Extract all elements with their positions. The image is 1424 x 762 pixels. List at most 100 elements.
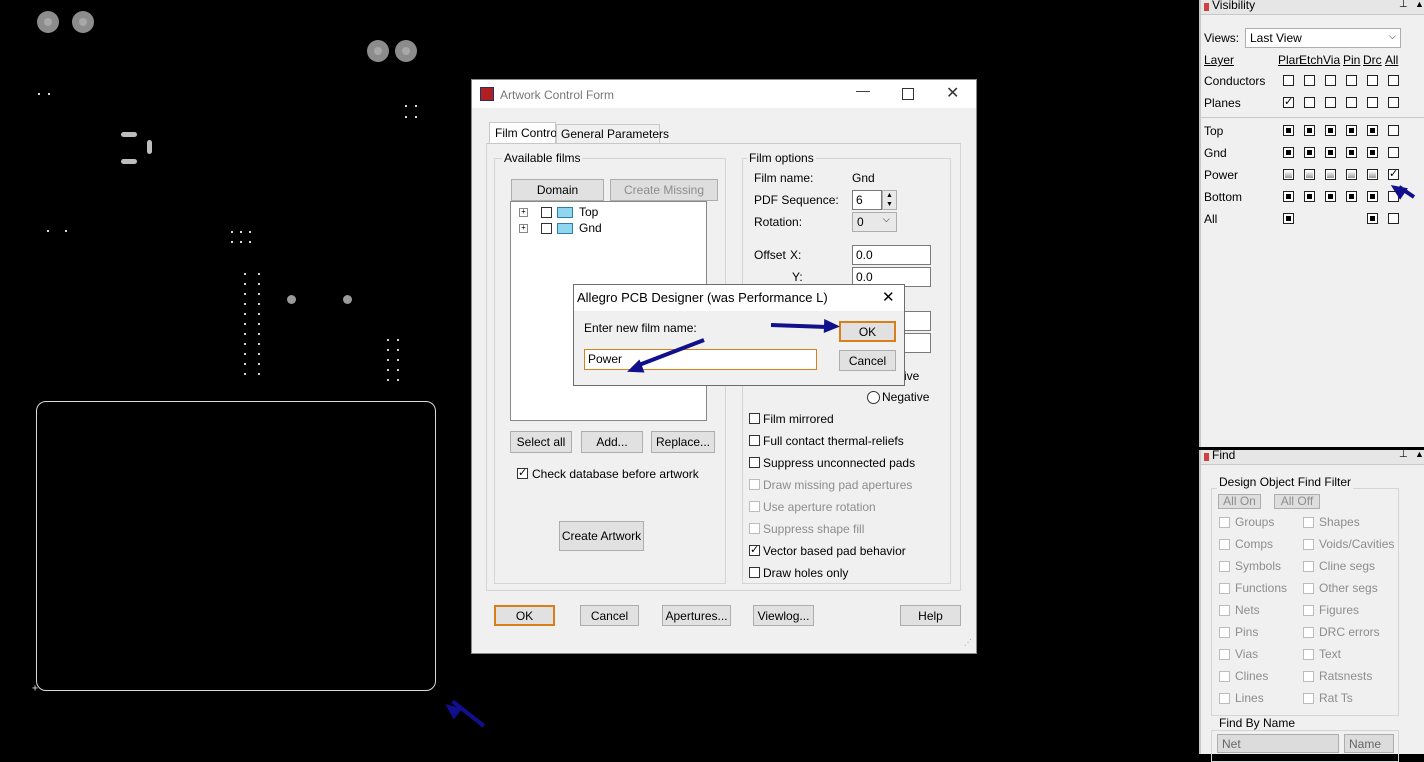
tree-item-top[interactable]: + Top (519, 205, 639, 220)
visibility-checkbox[interactable] (1304, 191, 1315, 202)
dialog-cancel-button[interactable]: Cancel (839, 350, 896, 371)
visibility-checkbox[interactable] (1325, 75, 1336, 86)
maximize-button[interactable] (902, 88, 914, 100)
visibility-checkbox[interactable] (1304, 147, 1315, 158)
find-filter-checkbox[interactable] (1303, 671, 1314, 682)
visibility-checkbox[interactable] (1388, 75, 1399, 86)
resize-grip[interactable]: ⋰ (964, 638, 972, 647)
find-mode-select[interactable]: Name (1344, 734, 1394, 753)
cancel-button[interactable]: Cancel (580, 605, 639, 626)
visibility-checkbox[interactable] (1283, 125, 1294, 136)
find-filter-checkbox[interactable] (1219, 561, 1230, 572)
pdf-sequence-spinner[interactable]: ▲ ▼ (882, 190, 897, 210)
expand-icon[interactable]: + (519, 224, 528, 233)
visibility-checkbox[interactable] (1367, 97, 1378, 108)
draw-missing-checkbox[interactable] (749, 479, 760, 490)
visibility-checkbox[interactable] (1388, 97, 1399, 108)
visibility-checkbox[interactable] (1367, 191, 1378, 202)
find-filter-checkbox[interactable] (1303, 605, 1314, 616)
create-artwork-button[interactable]: Create Artwork (559, 521, 644, 551)
offset-x-field[interactable]: 0.0 (852, 245, 931, 265)
visibility-checkbox[interactable] (1346, 147, 1357, 158)
visibility-checkbox[interactable] (1283, 147, 1294, 158)
tab-film-control[interactable]: Film Control (489, 122, 560, 144)
find-filter-label: Shapes (1319, 515, 1360, 529)
find-filter-checkbox[interactable] (1303, 561, 1314, 572)
dialog-ok-button[interactable]: OK (839, 321, 896, 342)
replace-button[interactable]: Replace... (651, 431, 715, 453)
draw-holes-checkbox[interactable] (749, 567, 760, 578)
find-filter-checkbox[interactable] (1303, 583, 1314, 594)
visibility-checkbox[interactable] (1283, 75, 1294, 86)
visibility-checkbox[interactable] (1367, 169, 1378, 180)
visibility-checkbox[interactable] (1346, 191, 1357, 202)
minimize-button[interactable]: — (856, 82, 870, 98)
visibility-checkbox[interactable] (1367, 147, 1378, 158)
negative-radio[interactable] (867, 391, 880, 404)
visibility-checkbox[interactable] (1388, 125, 1399, 136)
expand-icon[interactable]: + (519, 208, 528, 217)
visibility-checkbox[interactable] (1346, 125, 1357, 136)
find-filter-checkbox[interactable] (1219, 649, 1230, 660)
find-filter-checkbox[interactable] (1303, 649, 1314, 660)
visibility-checkbox[interactable] (1283, 213, 1294, 224)
find-filter-checkbox[interactable] (1219, 583, 1230, 594)
visibility-checkbox[interactable] (1367, 125, 1378, 136)
film-checkbox[interactable] (541, 207, 552, 218)
find-filter-checkbox[interactable] (1219, 539, 1230, 550)
close-button[interactable]: ✕ (946, 83, 959, 103)
find-filter-checkbox[interactable] (1303, 517, 1314, 528)
visibility-checkbox[interactable] (1325, 125, 1336, 136)
select-all-button[interactable]: Select all (510, 431, 572, 453)
new-film-name-input[interactable]: Power (584, 349, 817, 370)
suppress-shape-fill-checkbox[interactable] (749, 523, 760, 534)
visibility-checkbox[interactable] (1304, 75, 1315, 86)
suppress-unconnected-checkbox[interactable] (749, 457, 760, 468)
find-filter-checkbox[interactable] (1219, 671, 1230, 682)
film-mirrored-checkbox[interactable] (749, 413, 760, 424)
visibility-checkbox[interactable] (1304, 125, 1315, 136)
ok-button[interactable]: OK (494, 605, 555, 626)
tree-item-gnd[interactable]: + Gnd (519, 221, 639, 236)
visibility-checkbox[interactable] (1367, 213, 1378, 224)
visibility-checkbox[interactable] (1325, 97, 1336, 108)
find-filter-checkbox[interactable] (1219, 605, 1230, 616)
visibility-checkbox[interactable] (1388, 167, 1399, 180)
full-contact-checkbox[interactable] (749, 435, 760, 446)
find-filter-checkbox[interactable] (1219, 627, 1230, 638)
viewlog-button[interactable]: Viewlog... (753, 605, 814, 626)
visibility-checkbox[interactable] (1367, 75, 1378, 86)
pdf-sequence-field[interactable]: 6 (852, 190, 882, 210)
apertures-button[interactable]: Apertures... (662, 605, 731, 626)
film-checkbox[interactable] (541, 223, 552, 234)
visibility-checkbox[interactable] (1346, 97, 1357, 108)
visibility-checkbox[interactable] (1325, 147, 1336, 158)
visibility-checkbox[interactable] (1346, 75, 1357, 86)
visibility-checkbox[interactable] (1388, 213, 1399, 224)
find-filter-checkbox[interactable] (1219, 693, 1230, 704)
domain-selection-button[interactable]: Domain Selection (511, 179, 604, 217)
find-type-select[interactable]: Net (1217, 734, 1339, 753)
find-filter-checkbox[interactable] (1219, 517, 1230, 528)
visibility-checkbox[interactable] (1283, 95, 1294, 108)
visibility-checkbox[interactable] (1304, 97, 1315, 108)
help-button[interactable]: Help (900, 605, 961, 626)
find-filter-checkbox[interactable] (1303, 539, 1314, 550)
visibility-checkbox[interactable] (1325, 191, 1336, 202)
create-missing-films-button[interactable]: Create Missing Films (610, 179, 718, 217)
check-database-checkbox[interactable] (517, 466, 528, 479)
visibility-checkbox[interactable] (1388, 147, 1399, 158)
close-button[interactable]: ✕ (882, 288, 895, 306)
vector-pad-checkbox[interactable] (749, 543, 760, 556)
visibility-checkbox[interactable] (1283, 191, 1294, 202)
tab-general-parameters[interactable]: General Parameters (556, 124, 669, 143)
find-filter-checkbox[interactable] (1303, 627, 1314, 638)
visibility-checkbox[interactable] (1346, 169, 1357, 180)
visibility-checkbox[interactable] (1325, 169, 1336, 180)
find-filter-checkbox[interactable] (1303, 693, 1314, 704)
visibility-checkbox[interactable] (1304, 169, 1315, 180)
rotation-select[interactable]: 0 (852, 212, 897, 232)
add-button[interactable]: Add... (581, 431, 643, 453)
visibility-checkbox[interactable] (1283, 169, 1294, 180)
aperture-rotation-checkbox[interactable] (749, 501, 760, 512)
